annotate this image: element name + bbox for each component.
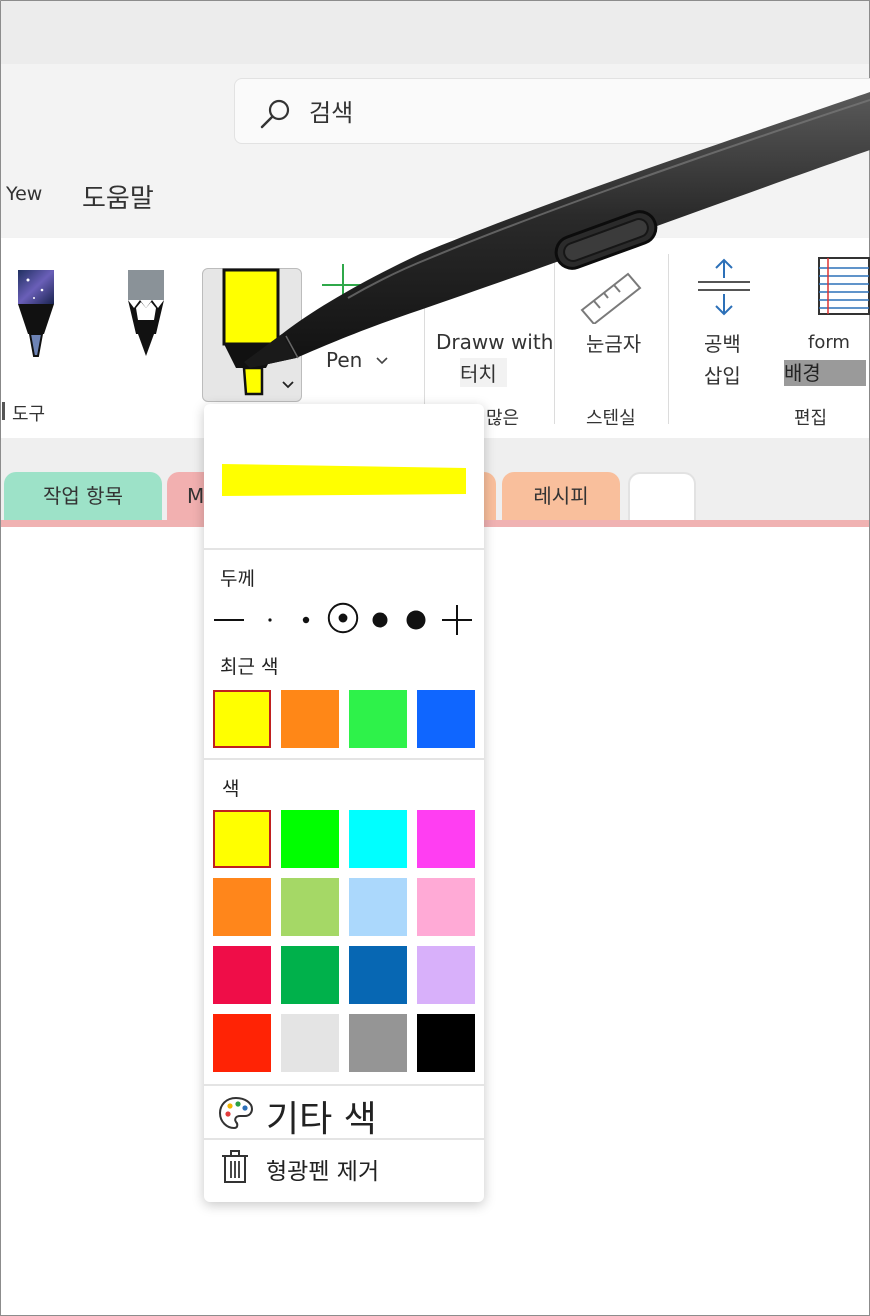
color-swatch[interactable] <box>349 878 407 936</box>
thickness-medium-selected[interactable] <box>324 602 362 634</box>
pen-chevron-icon[interactable] <box>374 354 390 368</box>
ruler-label[interactable]: 눈금자 <box>586 328 641 357</box>
insert-space-icon[interactable] <box>696 258 752 316</box>
separator <box>424 254 425 424</box>
thickness-thinnest[interactable] <box>212 604 246 636</box>
insert-space-label-2[interactable]: 삽입 <box>704 360 741 389</box>
color-swatch[interactable] <box>417 1014 475 1072</box>
format-background-label[interactable]: form <box>808 332 850 353</box>
insert-space-label[interactable]: 공백 <box>704 328 741 357</box>
highlighter-options-popup <box>204 404 484 1202</box>
highlighter-icon <box>222 268 280 396</box>
chevron-down-icon[interactable] <box>280 378 296 392</box>
color-swatch[interactable] <box>417 946 475 1004</box>
divider <box>204 1138 484 1140</box>
divider <box>204 548 484 550</box>
group-label-fragment <box>2 402 5 420</box>
remove-highlighter-button[interactable]: 형광펜 제거 <box>266 1152 379 1186</box>
divider <box>204 758 484 760</box>
color-swatch[interactable] <box>349 946 407 1004</box>
color-swatch[interactable] <box>213 878 271 936</box>
pencil-tool[interactable] <box>124 268 168 360</box>
tab-label: 작업 항목 <box>43 484 123 508</box>
thickness-label: 두께 <box>220 568 255 590</box>
more-colors-button[interactable]: 기타 색 <box>266 1090 377 1142</box>
preview-stroke <box>222 464 466 496</box>
color-swatch[interactable] <box>417 878 475 936</box>
add-pen-label[interactable]: Pen <box>326 348 362 372</box>
title-bar <box>1 1 869 64</box>
ruler-icon[interactable] <box>578 270 644 324</box>
color-swatch[interactable] <box>349 1014 407 1072</box>
recent-color-swatch[interactable] <box>417 690 475 748</box>
stencil-group-label: 스텐실 <box>586 408 636 429</box>
color-swatch[interactable] <box>281 1014 339 1072</box>
tab-blank[interactable] <box>628 472 696 522</box>
trash-icon <box>222 1150 248 1183</box>
edit-group-label: 편집 <box>794 408 828 429</box>
palette-icon <box>218 1096 254 1130</box>
thickness-thicker[interactable] <box>402 604 430 636</box>
more-group-label: 많은 <box>486 408 520 429</box>
color-swatch[interactable] <box>281 878 339 936</box>
format-background-icon[interactable] <box>818 256 870 316</box>
draw-with-touch-label[interactable]: Draww with <box>436 330 553 354</box>
recent-color-swatch[interactable] <box>213 690 271 748</box>
search-input[interactable]: 검색 <box>309 93 353 128</box>
add-pen-icon[interactable] <box>320 262 366 308</box>
menu-item-help[interactable]: 도움말 <box>82 178 154 215</box>
color-swatch[interactable] <box>281 810 339 868</box>
recent-color-swatch[interactable] <box>281 690 339 748</box>
tab-hidden-fragment[interactable] <box>484 472 496 522</box>
galaxy-pen-tool[interactable] <box>14 268 58 360</box>
thickness-thick[interactable] <box>366 604 394 636</box>
tab-label: 레시피 <box>533 484 589 508</box>
highlighter-preview-stroke <box>222 464 466 496</box>
color-swatch[interactable] <box>213 1014 271 1072</box>
thickness-thin[interactable] <box>296 604 316 636</box>
search-icon <box>260 99 290 129</box>
separator <box>554 254 555 424</box>
divider <box>204 1084 484 1086</box>
tab-label: M <box>187 484 205 508</box>
thickness-thickest[interactable] <box>440 604 474 636</box>
color-swatch[interactable] <box>281 946 339 1004</box>
draw-with-touch-label-2[interactable]: 터치 <box>460 358 507 387</box>
format-background-label-2[interactable]: 배경 <box>784 360 866 386</box>
color-swatch[interactable] <box>213 810 271 868</box>
thickness-very-thin[interactable] <box>260 604 280 636</box>
separator <box>668 254 669 424</box>
menu-item-view[interactable]: Yew <box>6 183 42 205</box>
color-swatch[interactable] <box>213 946 271 1004</box>
recent-colors-label: 최근 색 <box>220 656 279 678</box>
color-swatch[interactable] <box>349 810 407 868</box>
colors-label: 색 <box>222 778 240 800</box>
tools-group-label: 도구 <box>12 404 46 425</box>
tab-action-items[interactable]: 작업 항목 <box>4 472 162 522</box>
search-box[interactable]: 검색 <box>234 78 870 144</box>
color-swatch[interactable] <box>417 810 475 868</box>
tab-recipes[interactable]: 레시피 <box>502 472 620 522</box>
recent-color-swatch[interactable] <box>349 690 407 748</box>
